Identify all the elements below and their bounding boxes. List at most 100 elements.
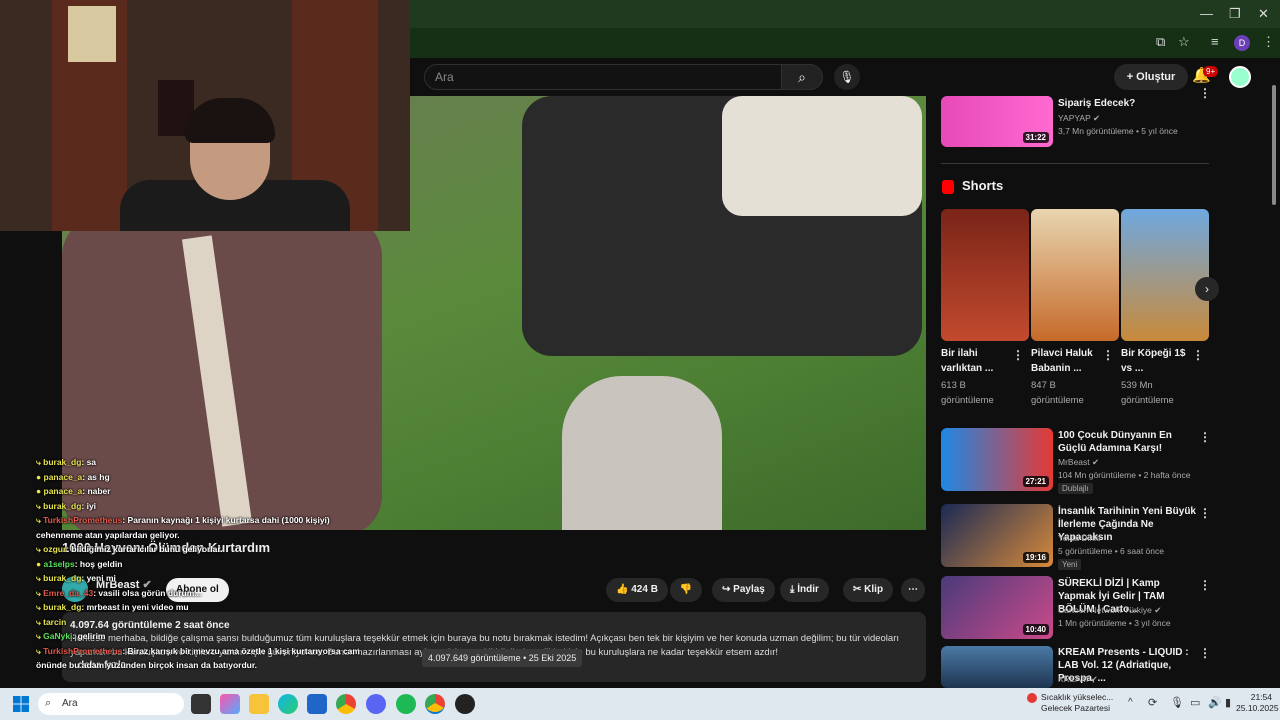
taskbar-search-input[interactable]: Ara	[38, 693, 184, 715]
notification-count-badge: 9+	[1203, 66, 1219, 77]
browser-menu-icon[interactable]: ⋮	[1262, 34, 1275, 50]
download-button[interactable]: ⤓ İndir	[780, 578, 829, 602]
chat-text: cehenneme atan yapılardan geliyor.	[36, 529, 180, 540]
sidebar-thumbnail[interactable]: 10:40	[941, 576, 1053, 639]
shorts-next-button[interactable]: ›	[1195, 277, 1219, 301]
short-views: 847 B görüntüleme	[1031, 380, 1084, 406]
windows-start-icon[interactable]	[13, 696, 29, 712]
microphone-tray-icon[interactable]: 🎙	[1170, 696, 1184, 709]
chat-username: burak_dg	[43, 602, 82, 612]
sidebar-meta: 1 Mn görüntüleme • 3 yıl önce	[1058, 618, 1171, 628]
obs-icon[interactable]	[455, 694, 475, 714]
sidebar-channel: Cartoon Network Türkiye ✔	[1058, 604, 1203, 616]
more-vertical-icon[interactable]: ⋮	[1199, 430, 1211, 444]
search-icon: ⌕	[798, 69, 806, 85]
chat-message: cehenneme atan yapılardan geliyor.	[36, 528, 456, 543]
create-button[interactable]: + Oluştur	[1114, 64, 1188, 90]
more-vertical-icon[interactable]: ⋮	[1199, 86, 1211, 100]
sidebar-thumbnail[interactable]: 31:22	[941, 96, 1053, 147]
close-icon[interactable]: ✕	[1258, 6, 1269, 22]
short-title[interactable]: Bir ilahi varlıktan ...	[941, 346, 1011, 376]
weather-widget[interactable]: Sıcaklık yükselec... Gelecek Pazartesi	[1041, 692, 1113, 714]
short-title[interactable]: Bir Köpeği 1$ vs ...	[1121, 346, 1191, 376]
video-duration: 27:21	[1022, 476, 1049, 487]
thumbs-up-icon: 👍	[616, 584, 629, 595]
like-count: 424 B	[631, 584, 658, 595]
short-title[interactable]: Pilavci Haluk Babanin ...	[1031, 346, 1101, 376]
copilot-icon[interactable]	[220, 694, 240, 714]
search-input[interactable]: Ara	[424, 64, 782, 90]
download-icon: ⤓	[790, 584, 795, 595]
new-tag: Yeni	[1058, 559, 1082, 570]
sidebar-channel: KREAM ✔	[1058, 673, 1203, 685]
file-explorer-icon[interactable]	[249, 694, 269, 714]
sync-icon[interactable]: ⟳	[1148, 696, 1157, 709]
short-views: 613 B görüntüleme	[941, 380, 994, 406]
divider	[941, 163, 1209, 164]
dislike-button[interactable]: 👎	[670, 578, 702, 602]
minimize-icon[interactable]: —	[1200, 6, 1213, 21]
chat-message: ⤷ Emre_da_43: vasili olsa görün durum...	[36, 586, 456, 601]
account-avatar[interactable]	[1229, 66, 1251, 88]
short-thumbnail[interactable]	[1031, 209, 1119, 341]
webcam-overlay	[0, 0, 410, 231]
volume-icon[interactable]: 🔊	[1208, 696, 1222, 709]
edge-icon[interactable]	[278, 694, 298, 714]
chat-message: ⤷ TurkishPrometheus: Biraz karışık bir m…	[36, 644, 456, 659]
more-vertical-icon[interactable]: ⋮	[1199, 506, 1211, 520]
like-button[interactable]: 👍 424 B	[606, 578, 668, 602]
sidebar-thumbnail[interactable]: 19:16	[941, 504, 1053, 567]
battery-icon[interactable]: ▮	[1225, 696, 1231, 709]
task-view-icon[interactable]	[191, 694, 211, 714]
chat-username: burak_dg	[43, 457, 82, 467]
weather-line2: Gelecek Pazartesi	[1041, 703, 1110, 713]
more-vertical-icon[interactable]: ⋮	[1192, 348, 1204, 362]
sidebar-thumbnail[interactable]: 27:21	[941, 428, 1053, 491]
install-app-icon[interactable]: ⧉	[1156, 34, 1165, 50]
spotify-icon[interactable]	[396, 694, 416, 714]
chat-message: ⤷ TurkishPrometheus: Paranın kaynağı 1 k…	[36, 513, 456, 528]
media-controls-icon[interactable]: ≡	[1211, 34, 1219, 49]
maximize-icon[interactable]: ❐	[1229, 6, 1241, 22]
sidebar-video-title[interactable]: Sipariş Edecek?	[1058, 97, 1196, 110]
bookmark-star-icon[interactable]: ☆	[1178, 34, 1190, 50]
chevron-up-icon[interactable]: ^	[1128, 697, 1133, 708]
share-button[interactable]: ↪ Paylaş	[712, 578, 775, 602]
more-actions-button[interactable]: ⋯	[901, 578, 925, 602]
browser-profile-avatar[interactable]: D	[1234, 35, 1250, 51]
more-vertical-icon[interactable]: ⋮	[1199, 646, 1211, 660]
sidebar-video-title[interactable]: 100 Çocuk Dünyanın En Güçlü Adamına Karş…	[1058, 429, 1196, 455]
chat-message: ⤷ burak_dg: yeni mi	[36, 571, 456, 586]
search-button[interactable]: ⌕	[781, 64, 823, 90]
short-thumbnail[interactable]	[941, 209, 1029, 341]
create-label: Oluştur	[1136, 71, 1176, 83]
sidebar-meta: 3,7 Mn görüntüleme • 5 yıl önce	[1058, 126, 1178, 136]
more-vertical-icon[interactable]: ⋮	[1102, 348, 1114, 362]
more-vertical-icon[interactable]: ⋮	[1012, 348, 1024, 362]
chessboard-decor	[68, 6, 116, 62]
chat-message: ⤷ GaNyki: gelirim	[36, 629, 456, 644]
sidebar-thumbnail[interactable]	[941, 646, 1053, 688]
voice-search-button[interactable]: 🎙	[834, 64, 860, 90]
shorts-icon	[942, 180, 954, 194]
short-thumbnail[interactable]	[1121, 209, 1209, 341]
network-icon[interactable]: ▭	[1190, 696, 1200, 709]
chat-username: burak_dg	[43, 500, 82, 511]
video-duration: 31:22	[1022, 132, 1049, 143]
clip-button[interactable]: ✂ Klip	[843, 578, 894, 602]
store-icon[interactable]	[307, 694, 327, 714]
chat-username: ozgur	[43, 544, 67, 554]
chat-text: : Paranın kaynağı 1 kişiyi kurtarsa dahi…	[122, 515, 330, 525]
chat-text: önünde bu adam yüzünden birçok insan da …	[36, 660, 258, 670]
more-horizontal-icon: ⋯	[908, 584, 918, 595]
chrome-profile-icon[interactable]	[425, 694, 445, 714]
share-label: Paylaş	[733, 584, 765, 595]
chat-text: : Biraz karışık bir mevzu ama özetle 1 k…	[122, 645, 360, 656]
page-scrollbar[interactable]	[1272, 85, 1276, 205]
more-vertical-icon[interactable]: ⋮	[1199, 578, 1211, 592]
taskbar-clock[interactable]: 21:54 25.10.2025	[1236, 692, 1279, 714]
shorts-heading: Shorts	[962, 178, 1004, 193]
chrome-icon[interactable]	[336, 694, 356, 714]
sidebar-meta: 104 Mn görüntüleme • 2 hafta önce	[1058, 470, 1191, 480]
discord-icon[interactable]	[366, 694, 386, 714]
